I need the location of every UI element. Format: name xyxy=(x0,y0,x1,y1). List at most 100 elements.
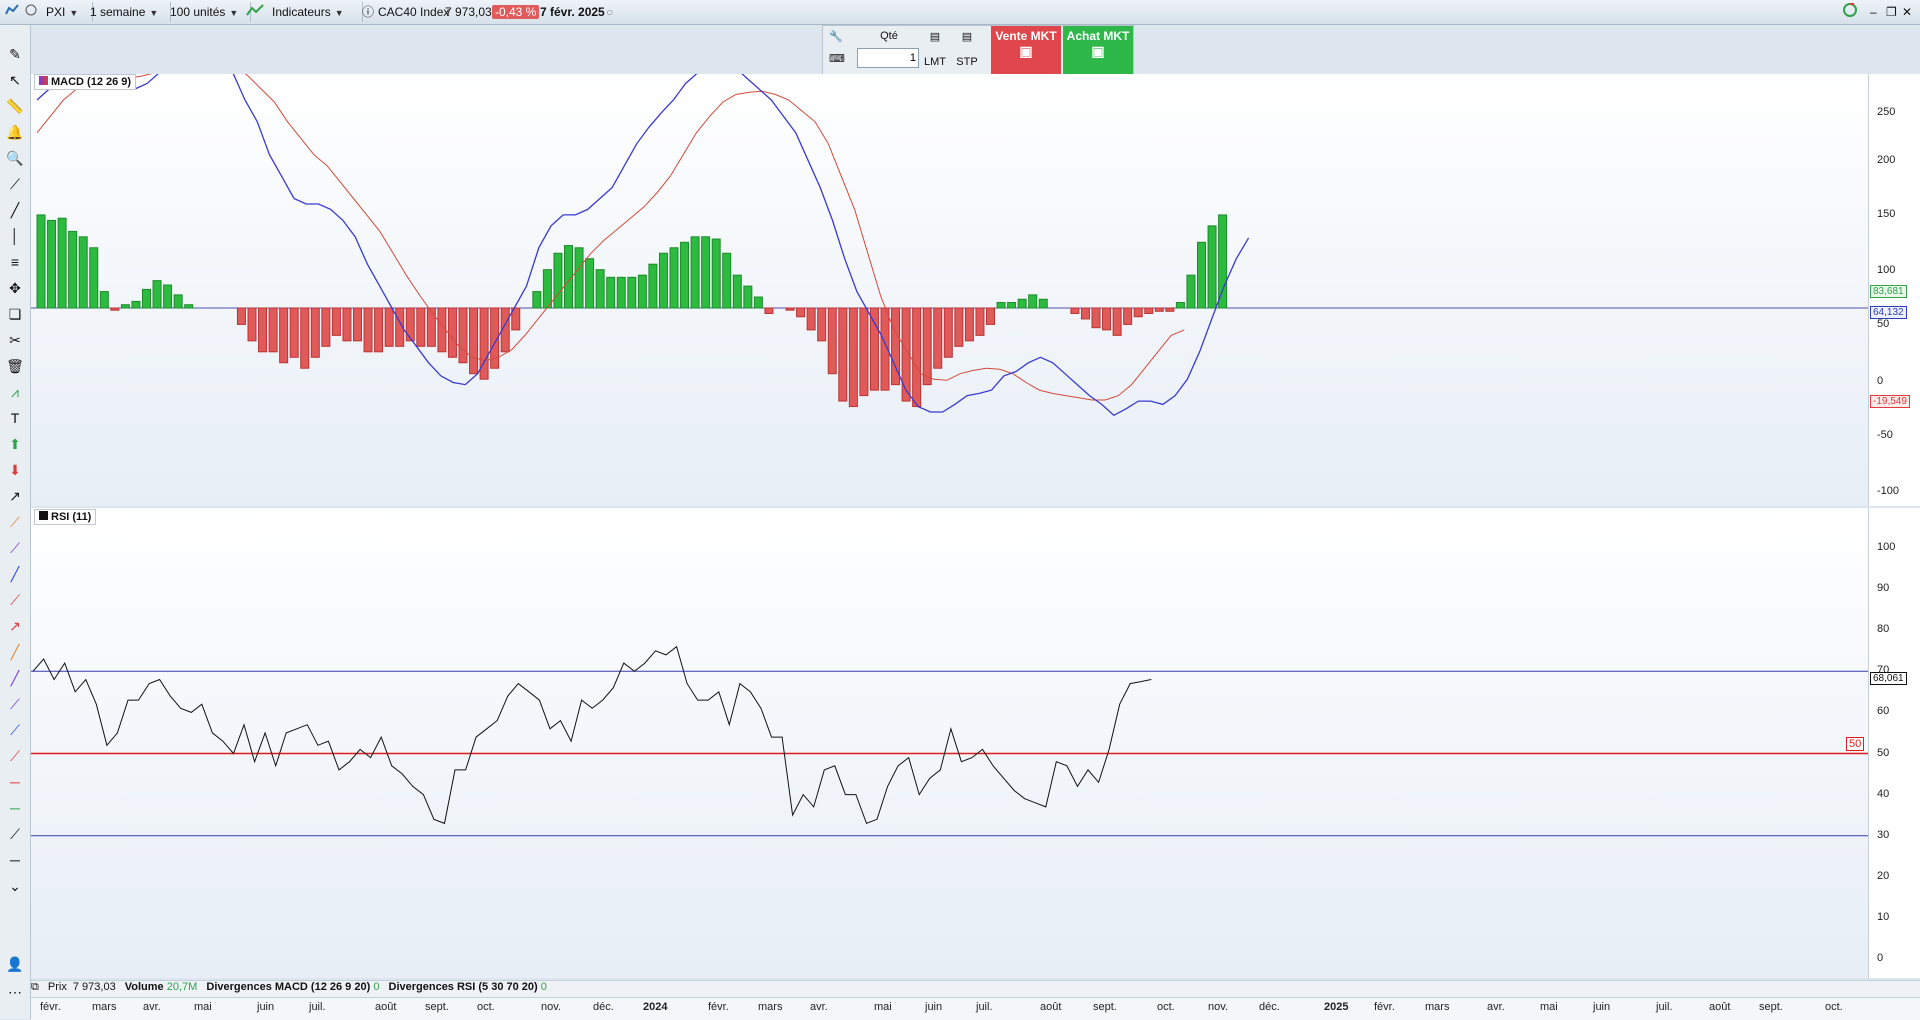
macd-histogram-bar xyxy=(173,294,183,309)
ruler-icon[interactable]: 📏 xyxy=(6,97,24,115)
instrument-price: 7 973,03 xyxy=(445,5,492,19)
paint-icon[interactable]: ✂ xyxy=(6,331,24,349)
settings-wrench-icon[interactable]: 🔧 xyxy=(829,30,843,43)
macd-histogram-bar xyxy=(247,307,257,342)
macd-histogram-bar xyxy=(627,276,637,309)
macd-histogram-bar xyxy=(542,269,552,309)
macd-histogram-bar xyxy=(236,307,246,325)
div-rsi-label[interactable]: Divergences RSI (5 30 70 20) xyxy=(389,981,538,993)
macd-tick: 100 xyxy=(1877,264,1896,276)
buy-market-button[interactable]: Achat MKT ▣ xyxy=(1063,26,1133,74)
macd-histogram-bar xyxy=(384,307,394,347)
channel-blue-icon[interactable]: ⟋ xyxy=(6,721,24,739)
arrow-red-icon[interactable]: ↗ xyxy=(6,617,24,635)
restore-icon[interactable]: ❐ xyxy=(1886,2,1897,22)
zoom-icon[interactable]: 🔍 xyxy=(6,149,24,167)
macd-histogram-bar xyxy=(753,296,763,309)
info-icon[interactable]: ⓘ xyxy=(362,2,374,22)
macd-histogram-bar xyxy=(1165,307,1175,312)
link-icon[interactable] xyxy=(24,2,38,22)
macd-histogram-bar xyxy=(722,252,732,309)
hline-green-icon[interactable]: ─ xyxy=(6,799,24,817)
macd-histogram-bar xyxy=(131,300,141,309)
rsi-chart xyxy=(31,645,1868,837)
vertical-line-icon[interactable]: │ xyxy=(6,227,24,245)
layout-icon[interactable]: ⧉ xyxy=(31,981,39,993)
time-axis-label: mars xyxy=(758,1001,783,1013)
indicators-dropdown[interactable]: Indicateurs ▼ xyxy=(266,2,363,22)
keyboard-icon[interactable]: ⌨ xyxy=(829,52,845,65)
period-dropdown[interactable]: 1 semaine ▼ xyxy=(84,2,171,22)
channel-red-icon[interactable]: ⟋ xyxy=(6,747,24,765)
sell-market-button[interactable]: Vente MKT ▣ xyxy=(991,26,1061,74)
more-icon[interactable]: ⋯ xyxy=(6,983,24,1001)
macd-histogram-bar xyxy=(1197,241,1206,309)
stp-order-icon[interactable]: ▤ xyxy=(955,30,979,43)
line-purple-icon[interactable]: ╱ xyxy=(6,669,24,687)
macd-histogram-bar xyxy=(859,307,869,397)
macd-histogram-bar xyxy=(353,307,362,342)
macd-chart xyxy=(31,74,1868,417)
macd-histogram-bar xyxy=(110,307,120,311)
macd-histogram-bar xyxy=(142,288,151,309)
macd-histogram-bar xyxy=(321,307,331,347)
rsi-legend[interactable]: RSI (11) xyxy=(34,509,97,525)
move-icon[interactable]: ✥ xyxy=(6,279,24,297)
text-icon[interactable]: T xyxy=(6,409,24,427)
pencil-icon[interactable]: ✎ xyxy=(6,45,24,63)
top-toolbar: PXI ▼ 1 semaine ▼ 100 unités ▼ Indicateurs ▼… xyxy=(0,0,1920,25)
macd-tick: -100 xyxy=(1877,485,1900,497)
rsi-tick: 60 xyxy=(1877,705,1890,717)
alert-user-icon[interactable]: 👤 xyxy=(6,955,24,973)
chart-type-icon[interactable] xyxy=(4,2,20,22)
div-macd-label[interactable]: Divergences MACD (12 26 9 20) xyxy=(206,981,370,993)
bell-icon[interactable]: 🔔 xyxy=(6,123,24,141)
channel-icon[interactable]: ⟋ xyxy=(6,695,24,713)
div-rsi-count: 0 xyxy=(540,981,547,993)
time-axis-label: sept. xyxy=(425,1001,449,1013)
trend-red-icon[interactable]: ⟋ xyxy=(6,591,24,609)
minimize-icon[interactable]: – xyxy=(1870,2,1877,22)
cursor-icon[interactable]: ↖ xyxy=(6,71,24,89)
hline-black-icon[interactable]: ─ xyxy=(6,851,24,869)
arrow-icon[interactable]: ↗ xyxy=(6,487,24,505)
pattern-icon[interactable]: ⩘ xyxy=(6,383,24,401)
macd-legend[interactable]: MACD (12 26 9) xyxy=(34,74,137,90)
macd-histogram-bar xyxy=(637,274,647,309)
instrument-name: CAC40 Index xyxy=(378,5,450,19)
time-axis-label: févr. xyxy=(708,1001,729,1013)
segment-icon[interactable]: ⟋ xyxy=(6,175,24,193)
trend-blue-icon[interactable]: ╱ xyxy=(6,565,24,583)
macd-histogram-bar xyxy=(120,304,130,309)
macd-histogram-bar xyxy=(342,307,352,342)
line-orange-icon[interactable]: ╱ xyxy=(6,643,24,661)
macd-histogram-bar xyxy=(1112,307,1122,336)
indicators-icon[interactable] xyxy=(246,2,264,22)
hline-red-icon[interactable]: ─ xyxy=(6,773,24,791)
dotted-line-icon[interactable]: ⟋ xyxy=(6,825,24,843)
copy-icon[interactable]: ❏ xyxy=(6,305,24,323)
macd-histogram-bar xyxy=(331,307,341,336)
qty-input[interactable] xyxy=(857,48,919,68)
trend-purple-icon[interactable]: ⟋ xyxy=(6,539,24,557)
trend-orange-icon[interactable]: ⟋ xyxy=(6,513,24,531)
arrow-down-icon[interactable]: ⬇ xyxy=(6,461,24,479)
time-axis-label: 2025 xyxy=(1324,1001,1349,1013)
units-dropdown[interactable]: 100 unités ▼ xyxy=(164,2,251,22)
line-icon[interactable]: ╱ xyxy=(6,201,24,219)
macd-histogram-bar xyxy=(669,247,679,309)
expand-icon[interactable]: ⌄ xyxy=(6,877,24,895)
macd-histogram-bar xyxy=(68,230,78,309)
macd-histogram-bar xyxy=(574,247,584,309)
time-axis-label: août xyxy=(375,1001,397,1013)
trash-icon[interactable]: 🗑 xyxy=(6,357,24,375)
lmt-order-icon[interactable]: ▤ xyxy=(923,30,947,43)
close-icon[interactable]: ✕ xyxy=(1902,2,1912,22)
fibonacci-icon[interactable]: ≡ xyxy=(6,253,24,271)
rsi-pane: RSI (11) 50 xyxy=(31,508,1868,978)
macd-histogram-bar xyxy=(1091,307,1101,329)
time-axis-label: août xyxy=(1709,1001,1731,1013)
macd-histogram-bar xyxy=(806,307,816,331)
arrow-up-icon[interactable]: ⬆ xyxy=(6,435,24,453)
refresh-icon[interactable] xyxy=(1842,2,1858,22)
